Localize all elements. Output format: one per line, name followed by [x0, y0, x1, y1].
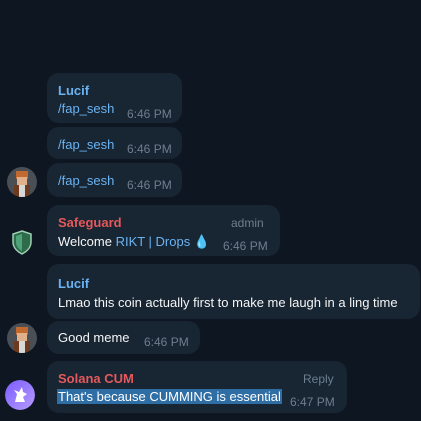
message-time: 6:46 PM	[127, 178, 172, 192]
message-text[interactable]: /fap_sesh	[58, 173, 114, 188]
message-time: 6:47 PM	[290, 395, 335, 409]
message-time: 6:46 PM	[223, 239, 268, 253]
avatar[interactable]	[7, 167, 37, 197]
message-bubble[interactable]: Lucif /fap_sesh 6:46 PM	[47, 73, 182, 123]
message-text[interactable]: /fap_sesh	[58, 137, 114, 152]
avatar[interactable]	[7, 227, 37, 257]
message-bubble[interactable]: Good meme 6:46 PM	[47, 321, 200, 354]
admin-badge: admin	[231, 216, 264, 230]
message-text[interactable]: That's because CUMMING is essential	[57, 389, 282, 404]
avatar[interactable]	[7, 323, 37, 353]
sender-name[interactable]: Safeguard	[58, 215, 122, 230]
message-text[interactable]: Welcome RIKT | Drops 💧	[58, 234, 210, 250]
pixel-character-avatar-icon	[7, 323, 37, 353]
message-text[interactable]: /fap_sesh	[58, 101, 114, 116]
unicorn-avatar-icon	[5, 380, 35, 410]
sender-name[interactable]: Solana CUM	[58, 371, 134, 386]
water-drop-emoji: 💧	[193, 234, 211, 249]
shield-icon	[12, 230, 32, 255]
message-time: 6:46 PM	[127, 107, 172, 121]
sender-name[interactable]: Lucif	[58, 276, 89, 291]
pixel-character-avatar-icon	[7, 167, 37, 197]
avatar[interactable]	[5, 380, 35, 410]
message-time: 6:46 PM	[144, 335, 189, 349]
message-bubble[interactable]: /fap_sesh 6:46 PM	[47, 127, 182, 159]
welcome-text: Welcome	[58, 234, 116, 249]
message-text[interactable]: Good meme	[58, 330, 130, 345]
user-mention-link[interactable]: RIKT | Drops	[116, 234, 191, 249]
message-bubble[interactable]: /fap_sesh 6:46 PM	[47, 163, 182, 197]
message-bubble[interactable]: Solana CUM Reply That's because CUMMING …	[47, 361, 347, 413]
message-text[interactable]: Lmao this coin actually first to make me…	[58, 295, 398, 310]
message-bubble[interactable]: Lucif Lmao this coin actually first to m…	[47, 264, 420, 319]
message-bubble[interactable]: Safeguard admin Welcome RIKT | Drops 💧 6…	[47, 205, 280, 256]
message-time: 6:46 PM	[127, 142, 172, 156]
reply-button[interactable]: Reply	[303, 372, 334, 386]
sender-name[interactable]: Lucif	[58, 83, 89, 98]
